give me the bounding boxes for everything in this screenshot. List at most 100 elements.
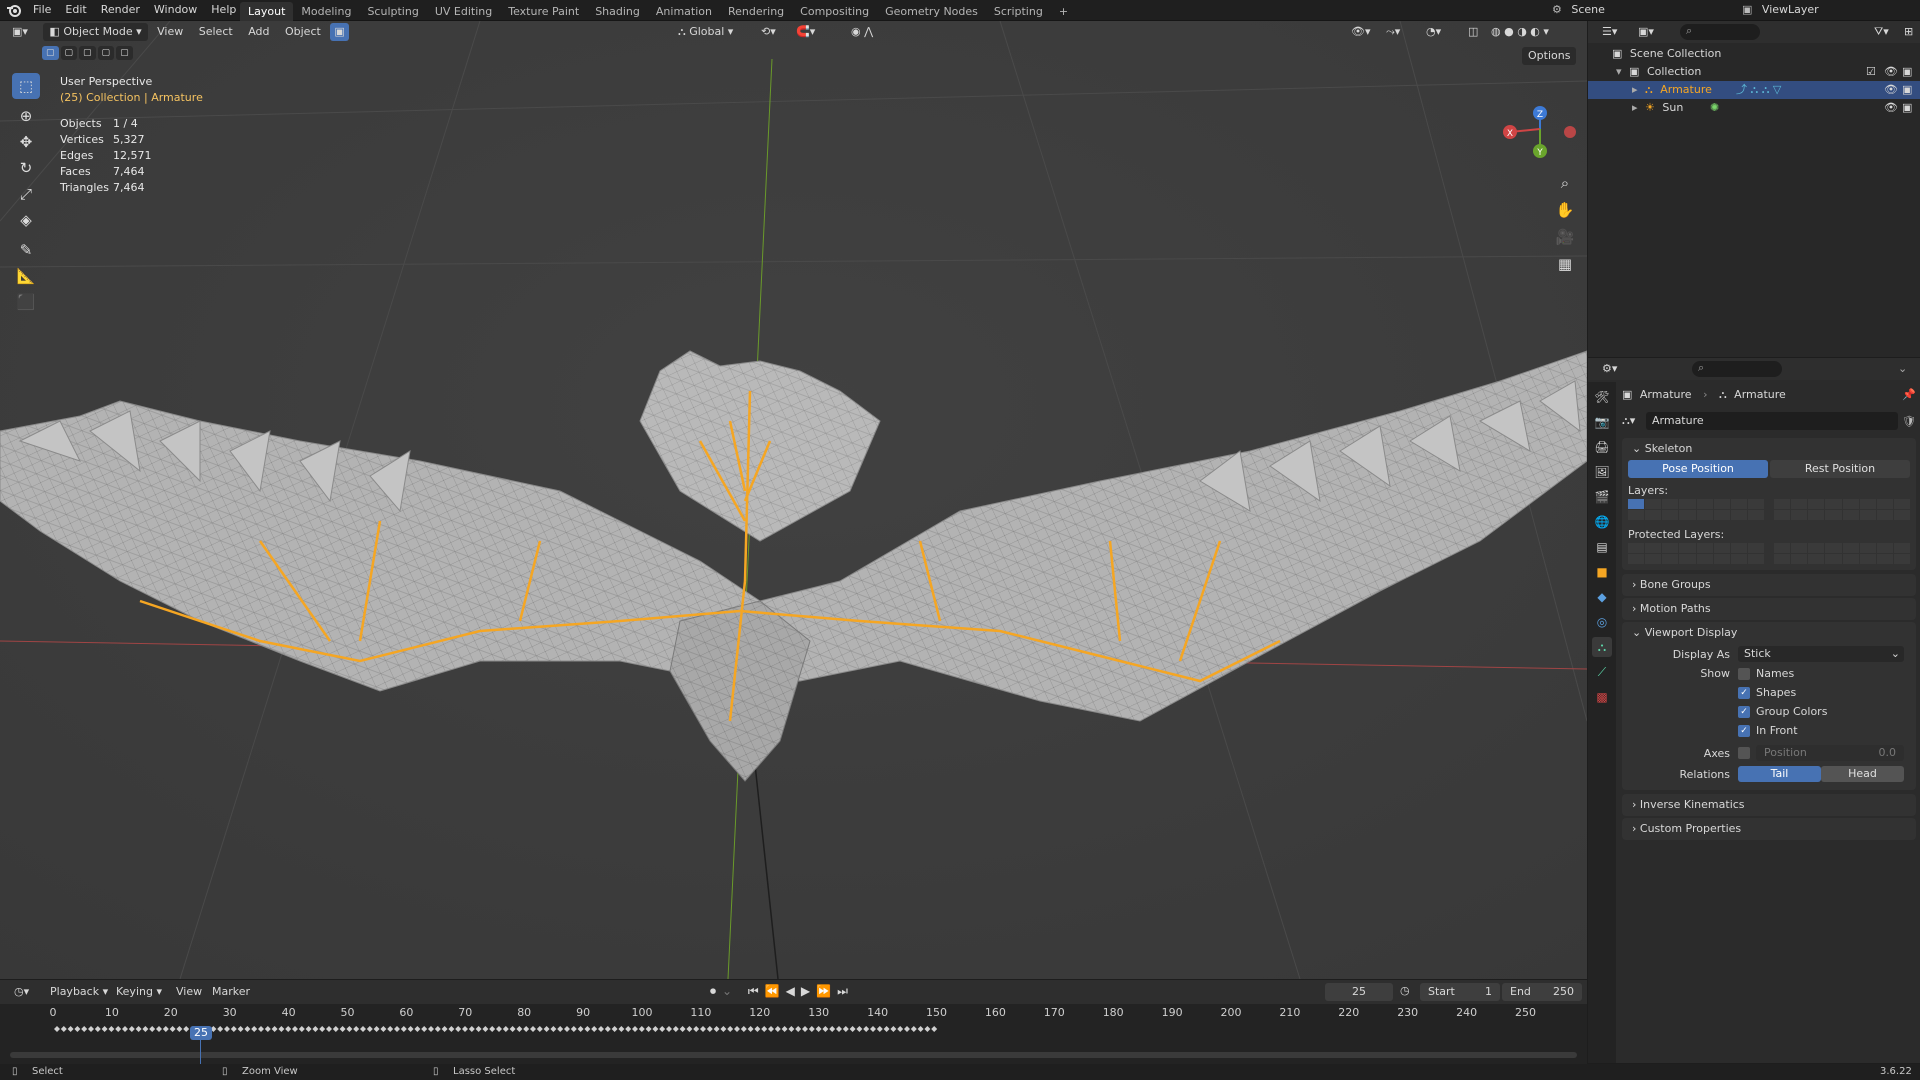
tab-shading[interactable]: Shading <box>587 2 648 21</box>
bone-groups-panel[interactable]: › Bone Groups <box>1622 574 1916 596</box>
tab-texture-paint[interactable]: Texture Paint <box>500 2 587 21</box>
new-collection-icon[interactable]: ⊞ <box>1898 23 1919 41</box>
outliner-editor-type-icon[interactable]: ☰▾ <box>1596 23 1623 41</box>
keyframe-row[interactable] <box>0 1018 1587 1042</box>
3d-viewport[interactable]: ⬚ ⊕ ✥ ↻ ⤢ ◈ ✎ 📐 ⬛ User Perspective (25) … <box>0 21 1587 979</box>
outliner-row-sun[interactable]: ▸ ☀ Sun ✺ 👁 ▣ <box>1588 99 1920 117</box>
names-checkbox[interactable] <box>1738 667 1750 680</box>
display-as-dropdown[interactable]: Stick ⌄ <box>1738 646 1904 662</box>
outliner-row-armature[interactable]: ▸ ⛬ Armature ⤴ ⛬ ⛬ ▽ 👁 ▣ <box>1588 81 1920 99</box>
select-subtract-icon[interactable]: ▢ <box>79 46 96 60</box>
eye-icon[interactable]: 👁 <box>1884 99 1898 117</box>
viewport-display-header[interactable]: ⌄ Viewport Display <box>1622 622 1916 644</box>
grid-icon[interactable]: ▦ <box>1553 252 1577 276</box>
menu-marker[interactable]: Marker <box>206 983 256 1001</box>
data-block-icon[interactable]: ⛬▾ <box>1622 414 1646 428</box>
select-box-tool-icon[interactable]: ⬚ <box>12 73 40 99</box>
chevron-down-icon[interactable]: ⌄ <box>1898 362 1907 375</box>
jump-start-icon[interactable]: ⏮ <box>748 984 765 998</box>
menu-render[interactable]: Render <box>94 0 147 19</box>
data-name-field[interactable]: Armature <box>1646 412 1899 430</box>
menu-object[interactable]: Object <box>279 23 327 41</box>
bone-tab-icon[interactable]: ⟋ <box>1592 662 1612 682</box>
clock-icon[interactable]: ◷ <box>1400 984 1410 997</box>
timeline-track[interactable]: 0 10 20 30 40 50 60 70 80 90 100 110 120 130 140 150 160… <box>0 1004 1587 1064</box>
gizmo-toggle-icon[interactable]: ⤳▾ <box>1380 23 1406 41</box>
select-invert-icon[interactable]: ▢ <box>97 46 115 60</box>
zoom-icon[interactable]: ⌕ <box>1553 171 1577 195</box>
camera-render-icon[interactable]: ▣ <box>1902 63 1912 81</box>
tab-animation[interactable]: Animation <box>648 2 720 21</box>
properties-search-input[interactable]: ⌕ <box>1692 361 1782 377</box>
proportional-edit-icon[interactable]: ◉ ⋀ <box>845 23 879 41</box>
chevron-down-icon[interactable]: ⌄ <box>722 984 738 998</box>
outliner-row-scene-collection[interactable]: ▣ Scene Collection <box>1588 45 1920 63</box>
menu-keying[interactable]: Keying ▾ <box>110 983 168 1001</box>
measure-tool-icon[interactable]: 📐 <box>12 263 40 289</box>
menu-select[interactable]: Select <box>193 23 239 41</box>
axes-checkbox[interactable] <box>1738 747 1750 759</box>
viewport-canvas[interactable] <box>0 21 1587 979</box>
menu-view[interactable]: View <box>151 23 189 41</box>
skeleton-header[interactable]: ⌄ Skeleton <box>1622 438 1916 460</box>
prev-keyframe-icon[interactable]: ⏪ <box>765 984 786 998</box>
playhead-frame-indicator[interactable]: 25 <box>190 1026 212 1040</box>
shading-modes-icon[interactable]: ◍ ● ◑ ◐ ▾ <box>1485 23 1555 41</box>
add-cube-tool-icon[interactable]: ⬛ <box>12 289 40 315</box>
exclude-checkbox[interactable]: ☑ <box>1866 63 1876 81</box>
expand-arrow-icon[interactable]: ▸ <box>1632 101 1638 114</box>
relations-tail-button[interactable]: Tail <box>1738 766 1821 782</box>
tool-tab-icon[interactable]: 🛠 <box>1592 387 1612 407</box>
eye-icon[interactable]: 👁 <box>1884 63 1898 81</box>
armature-data-tab-icon[interactable]: ⛬ <box>1592 637 1612 657</box>
next-keyframe-icon[interactable]: ⏩ <box>816 984 837 998</box>
output-tab-icon[interactable]: 🖨 <box>1592 437 1612 457</box>
tab-layout[interactable]: Layout <box>240 2 294 21</box>
select-extend-icon[interactable]: ▢ <box>60 46 78 60</box>
collection-tab-icon[interactable]: ▤ <box>1592 537 1612 557</box>
in-front-checkbox[interactable]: ✓ <box>1738 724 1750 737</box>
shapes-checkbox[interactable]: ✓ <box>1738 686 1750 699</box>
pose-position-button[interactable]: Pose Position <box>1628 460 1768 478</box>
transform-orientation[interactable]: ⛬ Global ▾ <box>672 23 739 41</box>
pin-icon[interactable]: 📌 <box>1902 382 1916 408</box>
relations-head-button[interactable]: Head <box>1821 766 1904 782</box>
editor-type-icon[interactable]: ▣▾ <box>6 23 34 41</box>
record-icon[interactable]: ⏺ <box>710 984 722 998</box>
timeline[interactable]: ◷▾ Playback ▾ Keying ▾ View Marker ⏺⌄ ⏮⏪… <box>0 980 1587 1064</box>
expand-arrow-icon[interactable]: ▸ <box>1632 83 1638 96</box>
options-button[interactable]: Options <box>1522 47 1577 65</box>
camera-render-icon[interactable]: ▣ <box>1902 99 1912 117</box>
mode-selector[interactable]: ◧ Object Mode ▾ <box>43 23 148 41</box>
snap-icon[interactable]: 🧲▾ <box>790 23 821 41</box>
camera-icon[interactable]: 🎥 <box>1553 225 1577 249</box>
texture-tab-icon[interactable]: ▩ <box>1592 687 1612 707</box>
overlays-icon[interactable]: ◔▾ <box>1420 23 1447 41</box>
tab-modeling[interactable]: Modeling <box>293 2 359 21</box>
constraint-tab-icon[interactable]: ◎ <box>1592 612 1612 632</box>
play-reverse-icon[interactable]: ◀ <box>786 984 801 998</box>
expand-arrow-icon[interactable]: ▾ <box>1616 65 1622 78</box>
properties-editor-type-icon[interactable]: ⚙▾ <box>1596 360 1623 378</box>
view-layer-selector[interactable]: ▣ ViewLayer <box>1742 3 1819 16</box>
tab-sculpting[interactable]: Sculpting <box>359 2 426 21</box>
scale-tool-icon[interactable]: ⤢ <box>12 181 40 207</box>
filter-icon[interactable]: ⛛▾ <box>1868 23 1895 41</box>
tab-geometry-nodes[interactable]: Geometry Nodes <box>877 2 986 21</box>
rotate-tool-icon[interactable]: ↻ <box>12 155 40 181</box>
custom-properties-panel[interactable]: › Custom Properties <box>1622 818 1916 840</box>
pan-hand-icon[interactable]: ✋ <box>1553 198 1577 222</box>
select-intersect-icon[interactable]: ▢ <box>116 46 133 60</box>
render-tab-icon[interactable]: 📷 <box>1592 412 1612 432</box>
axes-position-field[interactable]: Position 0.0 <box>1756 745 1904 761</box>
outliner-search-input[interactable]: ⌕ <box>1680 24 1760 40</box>
rest-position-button[interactable]: Rest Position <box>1770 460 1910 478</box>
display-mode-icon[interactable]: ▣▾ <box>1632 23 1660 41</box>
toggle-button-icon[interactable]: ▣ <box>330 23 349 41</box>
menu-edit[interactable]: Edit <box>58 0 93 19</box>
tab-rendering[interactable]: Rendering <box>720 2 792 21</box>
menu-playback[interactable]: Playback ▾ <box>44 983 114 1001</box>
select-new-icon[interactable]: ▢ <box>42 46 59 60</box>
world-tab-icon[interactable]: 🌐 <box>1592 512 1612 532</box>
playhead-line[interactable] <box>200 1040 201 1064</box>
